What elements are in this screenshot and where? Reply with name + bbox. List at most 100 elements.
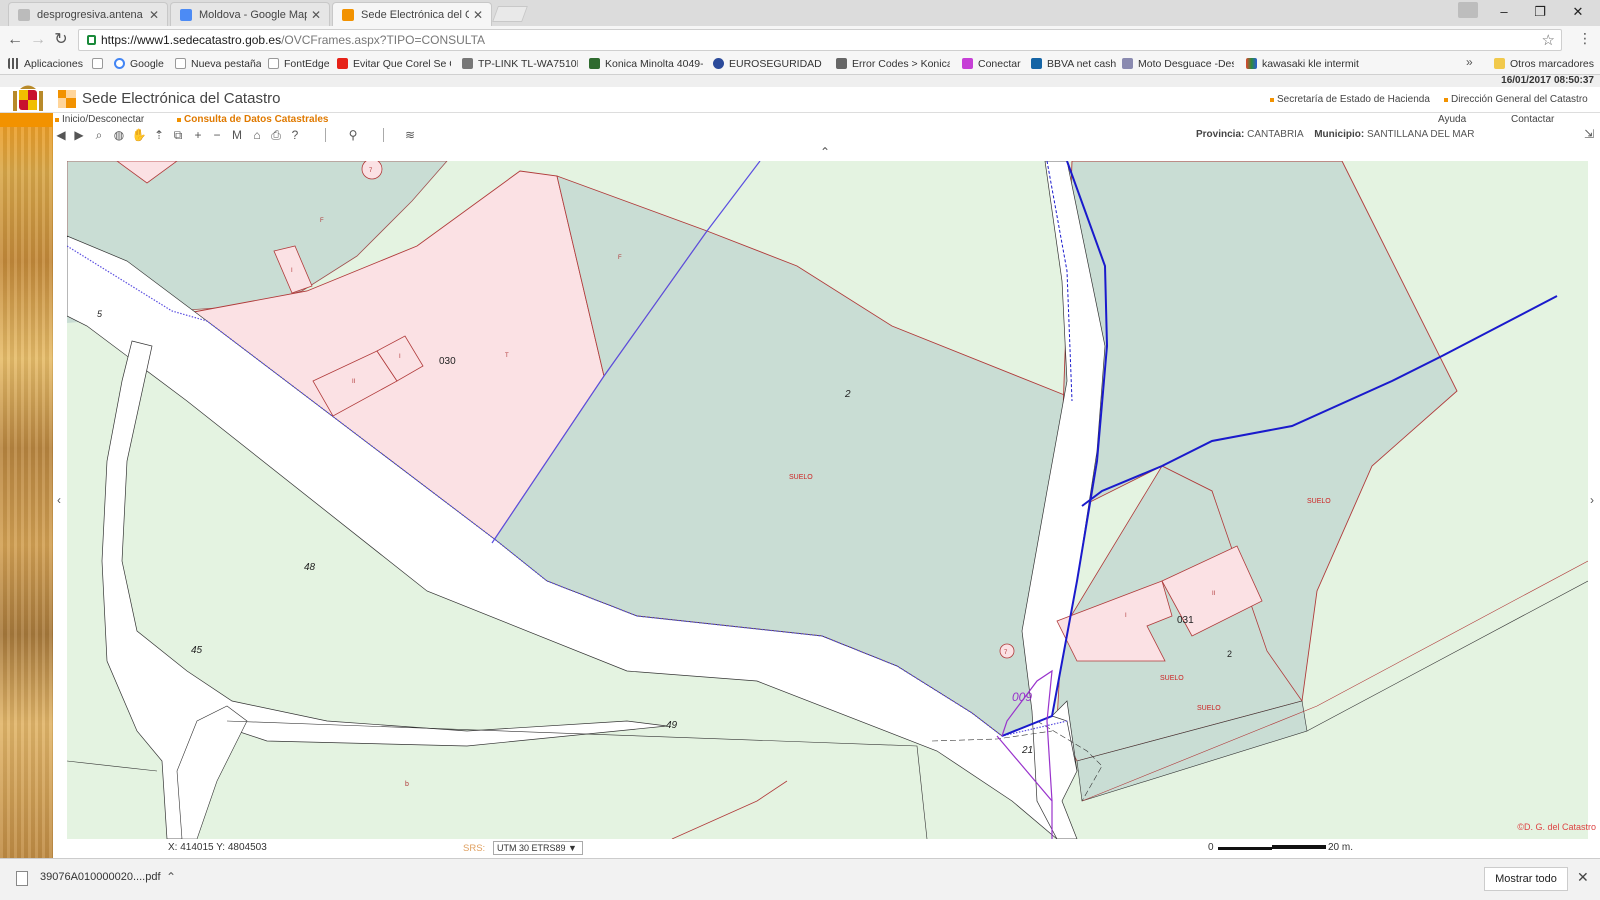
site-title: Sede Electrónica del Catastro: [82, 90, 281, 107]
pan-west-icon[interactable]: ‹: [57, 493, 61, 507]
map-label-031[interactable]: 031: [1177, 615, 1194, 626]
browser-menu-icon[interactable]: ⋮: [1578, 30, 1592, 47]
srs-select[interactable]: UTM 30 ETRS89 ▼: [493, 841, 583, 855]
bookmark-otros[interactable]: Otros marcadores: [1494, 56, 1598, 72]
map-label-49[interactable]: 49: [666, 720, 678, 731]
close-icon[interactable]: ✕: [149, 3, 159, 26]
menu-contactar[interactable]: Contactar: [1511, 114, 1554, 125]
minimize-icon[interactable]: –: [1486, 2, 1522, 22]
url-input[interactable]: https://www1.sedecatastro.gob.es/OVCFram…: [78, 29, 1562, 51]
bookmark-bbva[interactable]: BBVA net cash: [1031, 56, 1117, 72]
scale-segment: [1218, 847, 1272, 850]
bookmark-nueva-pestana[interactable]: Nueva pestaña: [175, 56, 261, 72]
tab-desprogresiva[interactable]: desprogresiva.antena ✕: [8, 2, 168, 26]
google-maps-icon: [180, 9, 192, 21]
previous-view-icon[interactable]: ◀: [53, 127, 69, 143]
full-extent-icon[interactable]: ◍: [111, 127, 127, 143]
bookmarks-more-icon[interactable]: »: [1466, 55, 1473, 69]
layers-icon[interactable]: ≋: [402, 127, 418, 143]
bookmark-error-codes[interactable]: Error Codes > Konica: [836, 56, 950, 72]
map-label-parcel-2-right[interactable]: 2: [1227, 649, 1232, 659]
bookmark-moto-desguace[interactable]: Moto Desguace -Des: [1122, 56, 1234, 72]
reload-icon[interactable]: ↻: [51, 30, 71, 50]
map-label-21[interactable]: 21: [1021, 745, 1033, 756]
bookmark-corel[interactable]: Evitar Que Corel Se C: [337, 56, 451, 72]
tab-google-maps[interactable]: Moldova - Google Maps ✕: [170, 2, 330, 26]
bookmarks-bar: Aplicaciones Google Nueva pestaña FontEd…: [0, 53, 1600, 75]
exit-icon[interactable]: ⇲: [1584, 127, 1594, 141]
maximize-icon[interactable]: ❐: [1522, 2, 1558, 22]
google-icon: [114, 58, 125, 69]
address-bar: ← → ↻ https://www1.sedecatastro.gob.es/O…: [0, 26, 1600, 53]
folder-icon: [1494, 58, 1505, 69]
map-label-45[interactable]: 45: [191, 645, 203, 656]
zoom-out-icon[interactable]: −: [209, 127, 225, 143]
link-direccion-catastro[interactable]: Dirección General del Catastro: [1444, 94, 1588, 105]
bookmark-star-icon[interactable]: ☆: [1542, 31, 1555, 49]
bookmark-euroseguridad[interactable]: EUROSEGURIDAD 20: [713, 56, 825, 72]
upload-icon[interactable]: ⇡: [151, 127, 167, 143]
forward-icon[interactable]: →: [28, 30, 48, 50]
pan-hand-icon[interactable]: ✋: [131, 127, 147, 143]
download-item[interactable]: 39076A010000020....pdf: [18, 871, 161, 883]
cadastral-map[interactable]: 030 031 009 2 2 48 45 49 21 5 SUELO SUEL…: [67, 161, 1588, 839]
close-icon[interactable]: ✕: [473, 3, 483, 26]
tab-label: Sede Electrónica del Cat: [361, 9, 469, 21]
pan-east-icon[interactable]: ›: [1590, 493, 1594, 507]
toolbar-separator: [325, 128, 326, 142]
back-icon[interactable]: ←: [5, 30, 25, 50]
window-close-icon[interactable]: ✕: [1560, 2, 1596, 22]
pan-north-icon[interactable]: ⌃: [820, 145, 830, 159]
bookmark-konica[interactable]: Konica Minolta 4049-: [589, 56, 703, 72]
municipio-value: SANTILLANA DEL MAR: [1366, 129, 1475, 140]
srs-label: SRS:: [463, 843, 486, 854]
map-label-parcel-2[interactable]: 2: [844, 389, 851, 400]
menu-consulta-datos[interactable]: Consulta de Datos Catastrales: [177, 114, 329, 125]
menu-ayuda[interactable]: Ayuda: [1438, 114, 1466, 125]
help-icon[interactable]: ?: [287, 127, 303, 143]
moto-icon: [1122, 58, 1133, 69]
map-label-030[interactable]: 030: [439, 356, 456, 367]
scale-end: 20 m.: [1328, 842, 1354, 853]
page-icon: [18, 9, 30, 21]
show-all-button[interactable]: Mostrar todo: [1484, 867, 1568, 891]
bookmark-label: Aplicaciones: [24, 58, 83, 70]
map-label-009[interactable]: 009: [1012, 690, 1032, 704]
bookmark-kawasaki[interactable]: kawasaki kle intermit: [1246, 56, 1362, 72]
bookmark-label: Otros marcadores: [1510, 58, 1595, 70]
select-area-icon[interactable]: ⧉: [170, 127, 186, 143]
decorative-sidebar: [0, 113, 53, 858]
measure-icon[interactable]: M: [229, 127, 245, 143]
location-info: Provincia: CANTABRIA Municipio: SANTILLA…: [1196, 129, 1474, 140]
location-pin-icon[interactable]: ⚲: [345, 127, 361, 143]
area-icon[interactable]: ⌂: [249, 127, 265, 143]
profile-icon[interactable]: [1458, 2, 1478, 18]
browser-tab-bar: desprogresiva.antena ✕ Moldova - Google …: [0, 0, 1600, 26]
map-label-suelo: SUELO: [789, 474, 813, 481]
print-icon[interactable]: ⎙: [268, 127, 284, 143]
zoom-window-icon[interactable]: ⌕: [91, 127, 107, 143]
link-secretaria-hacienda[interactable]: Secretaría de Estado de Hacienda: [1270, 94, 1430, 105]
close-icon[interactable]: ✕: [1577, 869, 1589, 886]
bookmark-aplicaciones[interactable]: Aplicaciones: [8, 56, 88, 72]
chevron-up-icon[interactable]: ⌃: [166, 870, 176, 884]
bookmark-google[interactable]: Google: [114, 56, 170, 72]
url-path: /OVCFrames.aspx?TIPO=CONSULTA: [281, 33, 486, 47]
menu-inicio-desconectar[interactable]: Inicio/Desconectar: [55, 114, 144, 125]
router-icon: [462, 58, 473, 69]
map-label-sub-ii: II: [1212, 591, 1216, 597]
bookmark-tplink[interactable]: TP-LINK TL-WA7510N: [462, 56, 578, 72]
map-label-sub-t: T: [505, 353, 509, 359]
bookmark-conectar[interactable]: Conectar: [962, 56, 1024, 72]
close-icon[interactable]: ✕: [311, 3, 321, 26]
zoom-in-icon[interactable]: +: [190, 127, 206, 143]
bookmark-label: Moto Desguace -Des: [1138, 58, 1234, 70]
next-view-icon[interactable]: ▶: [71, 127, 87, 143]
map-label-48[interactable]: 48: [304, 562, 316, 573]
map-status-bar: ©D. G. del Catastro X: 414015 Y: 4804503…: [53, 822, 1600, 858]
bookmark-fontedge[interactable]: FontEdge: [268, 56, 330, 72]
tab-catastro[interactable]: Sede Electrónica del Cat ✕: [332, 2, 492, 26]
new-tab-button[interactable]: [492, 6, 528, 22]
url-text: https://www1.sedecatastro.gob.es/OVCFram…: [101, 33, 485, 47]
bookmark-blank[interactable]: [92, 56, 108, 72]
